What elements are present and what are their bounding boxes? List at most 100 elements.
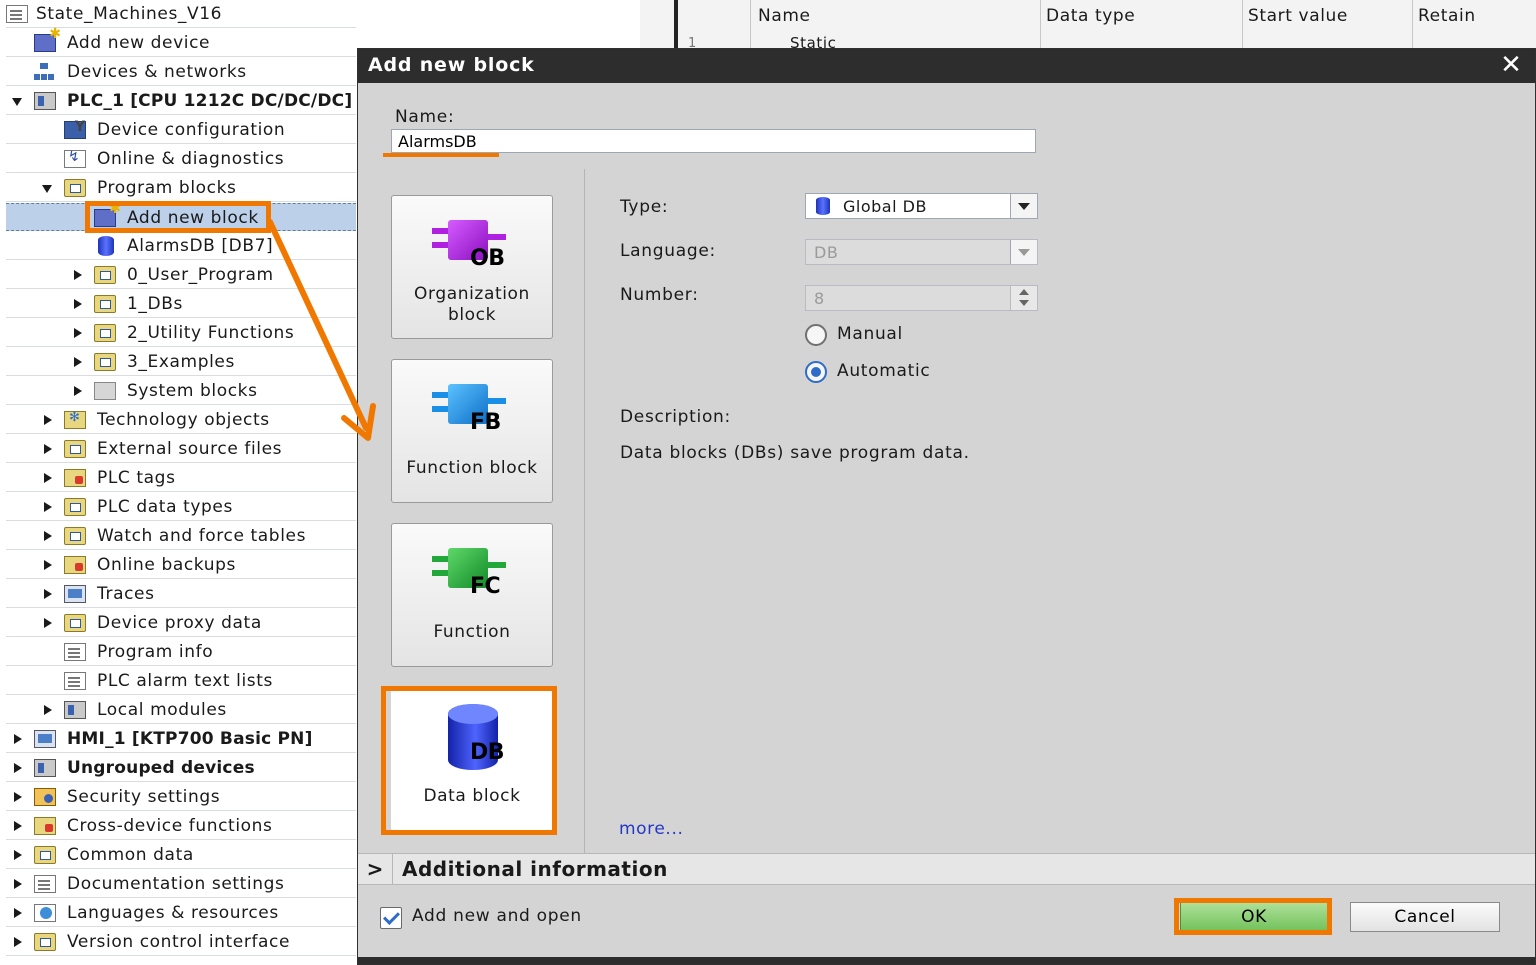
chevron-right-icon[interactable]: > <box>364 856 386 882</box>
tree-item-cross-device-functions[interactable]: Cross-device functions <box>6 812 356 840</box>
tree-item-online-diagnostics[interactable]: Online & diagnostics <box>6 145 356 173</box>
expand-toggle[interactable] <box>14 908 22 918</box>
tree-item-plc-alarm-text-lists[interactable]: PLC alarm text lists <box>6 667 356 695</box>
additional-information-section[interactable]: > Additional information <box>358 853 1535 885</box>
folder-icon <box>94 353 116 371</box>
tree-item-local-modules[interactable]: Local modules <box>6 696 356 724</box>
tree-item-add-new-block[interactable]: Add new block <box>6 201 356 231</box>
tree-item-program-blocks[interactable]: Program blocks <box>6 174 356 202</box>
function-button[interactable]: FC Function <box>391 523 553 667</box>
expand-toggle[interactable] <box>42 185 52 193</box>
tree-item-security-settings[interactable]: Security settings <box>6 783 356 811</box>
tree-item-examples[interactable]: 3_Examples <box>6 348 356 376</box>
tree-item-label: Add new device <box>67 33 211 53</box>
expand-toggle[interactable] <box>74 299 82 309</box>
tree-item-utility-functions[interactable]: 2_Utility Functions <box>6 319 356 347</box>
trace-icon <box>64 585 86 603</box>
tree-item-device-proxy-data[interactable]: Device proxy data <box>6 609 356 637</box>
more-link[interactable]: more... <box>619 819 683 839</box>
expand-toggle[interactable] <box>44 589 52 599</box>
manual-label[interactable]: Manual <box>837 324 903 344</box>
chevron-down-icon[interactable] <box>1010 194 1037 218</box>
tree-item-plc1[interactable]: PLC_1 [CPU 1212C DC/DC/DC] <box>6 87 356 115</box>
block-name-input[interactable] <box>391 129 1036 153</box>
ob-code: OB <box>470 246 505 271</box>
automatic-label[interactable]: Automatic <box>837 361 930 381</box>
close-icon[interactable]: ✕ <box>1497 51 1525 79</box>
add-block-icon <box>94 201 121 227</box>
tree-item-plc-tags[interactable]: PLC tags <box>6 464 356 492</box>
expand-toggle[interactable] <box>44 618 52 628</box>
dialog-titlebar[interactable]: Add new block ✕ <box>358 49 1535 83</box>
expand-toggle[interactable] <box>44 415 52 425</box>
expand-toggle[interactable] <box>44 705 52 715</box>
cancel-button[interactable]: Cancel <box>1350 902 1500 932</box>
add-new-and-open-label[interactable]: Add new and open <box>412 906 582 926</box>
data-block-button[interactable]: DB Data block <box>391 687 553 831</box>
automatic-radio[interactable] <box>805 361 827 383</box>
number-label: Number: <box>620 285 699 305</box>
type-select[interactable]: Global DB <box>805 193 1038 219</box>
tree-item-devices-networks[interactable]: Devices & networks <box>6 58 356 86</box>
tree-item-add-new-device[interactable]: Add new device <box>6 26 356 57</box>
column-header-data-type[interactable]: Data type <box>1046 6 1135 26</box>
tree-item-label: Device proxy data <box>97 613 262 633</box>
technology-icon <box>64 410 86 429</box>
folder-icon <box>94 266 116 284</box>
function-block-button[interactable]: FB Function block <box>391 359 553 503</box>
tree-item-traces[interactable]: Traces <box>6 580 356 608</box>
tree-item-online-backups[interactable]: Online backups <box>6 551 356 579</box>
expand-toggle[interactable] <box>74 328 82 338</box>
tree-item-external-source-files[interactable]: External source files <box>6 435 356 463</box>
tree-item-label: PLC alarm text lists <box>97 671 273 691</box>
tree-item-label: 1_DBs <box>127 294 183 314</box>
tree-item-documentation-settings[interactable]: Documentation settings <box>6 870 356 898</box>
expand-toggle[interactable] <box>14 850 22 860</box>
tree-item-version-control-interface[interactable]: Version control interface <box>6 928 356 956</box>
column-header-retain[interactable]: Retain <box>1418 6 1476 26</box>
expand-toggle[interactable] <box>14 821 22 831</box>
documentation-icon <box>34 875 56 893</box>
add-new-and-open-checkbox[interactable] <box>380 907 402 929</box>
tree-item-watch-force-tables[interactable]: Watch and force tables <box>6 522 356 550</box>
manual-radio[interactable] <box>805 324 827 346</box>
tree-item-user-program[interactable]: 0_User_Program <box>6 261 356 289</box>
tree-item-project[interactable]: State_Machines_V16 <box>6 0 356 28</box>
column-header-start-value[interactable]: Start value <box>1248 6 1348 26</box>
tree-item-languages-resources[interactable]: Languages & resources <box>6 899 356 927</box>
project-tree: State_Machines_V16 Add new device Device… <box>6 0 356 965</box>
expand-toggle[interactable] <box>44 444 52 454</box>
organization-block-button[interactable]: OB Organization block <box>391 195 553 339</box>
expand-toggle[interactable] <box>74 357 82 367</box>
expand-toggle[interactable] <box>44 473 52 483</box>
tree-item-dbs[interactable]: 1_DBs <box>6 290 356 318</box>
column-header-name[interactable]: Name <box>758 6 811 26</box>
tree-item-label: Watch and force tables <box>97 526 307 546</box>
expand-toggle[interactable] <box>74 386 82 396</box>
expand-toggle[interactable] <box>14 734 22 744</box>
expand-toggle[interactable] <box>44 560 52 570</box>
tree-item-alarmsdb[interactable]: AlarmsDB [DB7] <box>6 232 356 260</box>
expand-toggle[interactable] <box>14 763 22 773</box>
expand-toggle[interactable] <box>14 879 22 889</box>
expand-toggle[interactable] <box>12 98 22 106</box>
tree-item-ungrouped-devices[interactable]: Ungrouped devices <box>6 754 356 782</box>
table-splitter[interactable] <box>674 0 678 50</box>
tree-item-program-info[interactable]: Program info <box>6 638 356 666</box>
tree-item-hmi1[interactable]: HMI_1 [KTP700 Basic PN] <box>6 725 356 753</box>
tree-item-device-configuration[interactable]: Device configuration <box>6 116 356 144</box>
dialog-bottom-edge <box>358 957 1535 964</box>
ok-button[interactable]: OK <box>1180 902 1328 932</box>
proxy-icon <box>64 614 86 632</box>
expand-toggle[interactable] <box>44 502 52 512</box>
expand-toggle[interactable] <box>14 937 22 947</box>
tree-item-technology-objects[interactable]: Technology objects <box>6 406 356 434</box>
tree-item-label: Online backups <box>97 555 236 575</box>
expand-toggle[interactable] <box>14 792 22 802</box>
tree-item-system-blocks[interactable]: System blocks <box>6 377 356 405</box>
expand-toggle[interactable] <box>44 531 52 541</box>
tree-item-common-data[interactable]: Common data <box>6 841 356 869</box>
expand-toggle[interactable] <box>74 270 82 280</box>
program-info-icon <box>64 643 86 661</box>
tree-item-plc-data-types[interactable]: PLC data types <box>6 493 356 521</box>
